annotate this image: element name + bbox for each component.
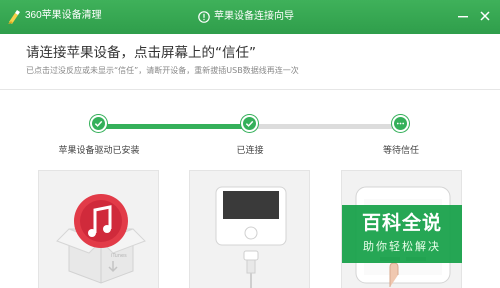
itunes-box-icon: iTunes bbox=[56, 194, 146, 284]
check-icon bbox=[94, 120, 103, 127]
wizard-header: 苹果设备连接向导 bbox=[198, 10, 294, 24]
title-bar: 360苹果设备清理 苹果设备连接向导 bbox=[0, 0, 500, 34]
progress-track-completed bbox=[100, 124, 250, 129]
step-label-driver-installed: 苹果设备驱动已安装 bbox=[58, 146, 140, 156]
close-button[interactable] bbox=[478, 9, 492, 23]
card-iphone-cable bbox=[189, 170, 310, 288]
instruction-title: 请连接苹果设备，点击屏幕上的“信任” bbox=[26, 45, 256, 61]
check-icon bbox=[245, 120, 254, 127]
divider bbox=[0, 89, 500, 90]
watermark-title: 百科全说 bbox=[361, 212, 442, 234]
broom-app-icon bbox=[8, 10, 20, 24]
watermark-subtitle: 助你轻松解决 bbox=[363, 240, 441, 253]
step-node-driver-installed bbox=[90, 115, 107, 132]
watermark-badge: 百科全说 助你轻松解决 bbox=[342, 205, 462, 263]
itunes-box-label: iTunes bbox=[111, 253, 127, 259]
step-node-connected bbox=[241, 115, 258, 132]
step-label-connected: 已连接 bbox=[236, 146, 264, 156]
instruction-subtitle: 已点击过没反应或未显示“信任”，请断开设备，重新拔插USB数据线再连一次 bbox=[26, 66, 299, 75]
iphone-cable-icon bbox=[215, 186, 287, 288]
minimize-button[interactable] bbox=[456, 9, 470, 23]
info-circle-icon bbox=[198, 11, 210, 23]
card-itunes-driver: iTunes bbox=[38, 170, 159, 288]
app-title: 360苹果设备清理 bbox=[25, 10, 102, 21]
progress-track-pending bbox=[250, 124, 400, 129]
step-label-waiting-trust: 等待信任 bbox=[382, 146, 419, 156]
wizard-title: 苹果设备连接向导 bbox=[214, 11, 294, 22]
step-node-waiting-trust bbox=[392, 115, 409, 132]
ellipsis-icon bbox=[396, 122, 405, 125]
